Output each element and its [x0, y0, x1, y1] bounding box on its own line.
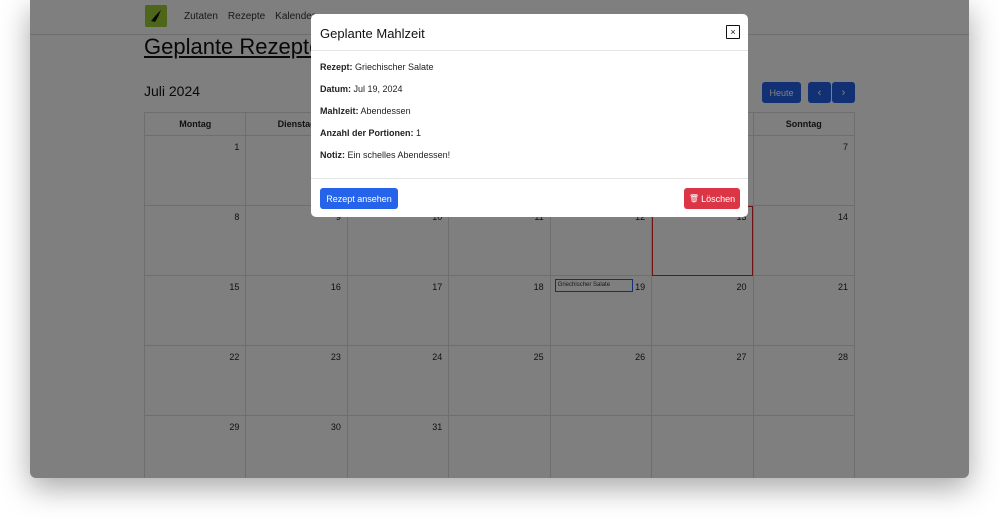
recipe-row: Rezept: Griechischer Salate: [320, 62, 739, 84]
servings-value: 1: [416, 128, 422, 138]
app-window: Zutaten Rezepte Kalender Geplante Rezept…: [30, 0, 969, 478]
modal-header: Geplante Mahlzeit ×: [311, 14, 748, 51]
close-icon: ×: [730, 27, 736, 37]
modal-footer: Rezept ansehen 🗑 Löschen: [311, 179, 748, 217]
recipe-label: Rezept:: [320, 62, 353, 72]
recipe-value: Griechischer Salate: [355, 62, 434, 72]
planned-meal-modal: Geplante Mahlzeit × Rezept: Griechischer…: [311, 14, 748, 217]
note-label: Notiz:: [320, 150, 345, 160]
delete-label: Löschen: [701, 193, 736, 204]
view-recipe-button[interactable]: Rezept ansehen: [320, 188, 398, 209]
date-value: Jul 19, 2024: [353, 84, 403, 94]
trash-icon: 🗑: [688, 194, 700, 203]
date-row: Datum: Jul 19, 2024: [320, 84, 739, 106]
modal-body: Rezept: Griechischer Salate Datum: Jul 1…: [311, 51, 748, 179]
servings-row: Anzahl der Portionen: 1: [320, 128, 739, 150]
meal-value: Abendessen: [360, 106, 411, 116]
note-value: Ein schelles Abendessen!: [347, 150, 451, 160]
servings-label: Anzahl der Portionen:: [320, 128, 414, 138]
close-button[interactable]: ×: [726, 25, 740, 39]
delete-button[interactable]: 🗑 Löschen: [684, 188, 740, 209]
meal-label: Mahlzeit:: [320, 106, 359, 116]
note-row: Notiz: Ein schelles Abendessen!: [320, 150, 739, 172]
date-label: Datum:: [320, 84, 351, 94]
meal-row: Mahlzeit: Abendessen: [320, 106, 739, 128]
modal-title: Geplante Mahlzeit: [320, 26, 425, 41]
